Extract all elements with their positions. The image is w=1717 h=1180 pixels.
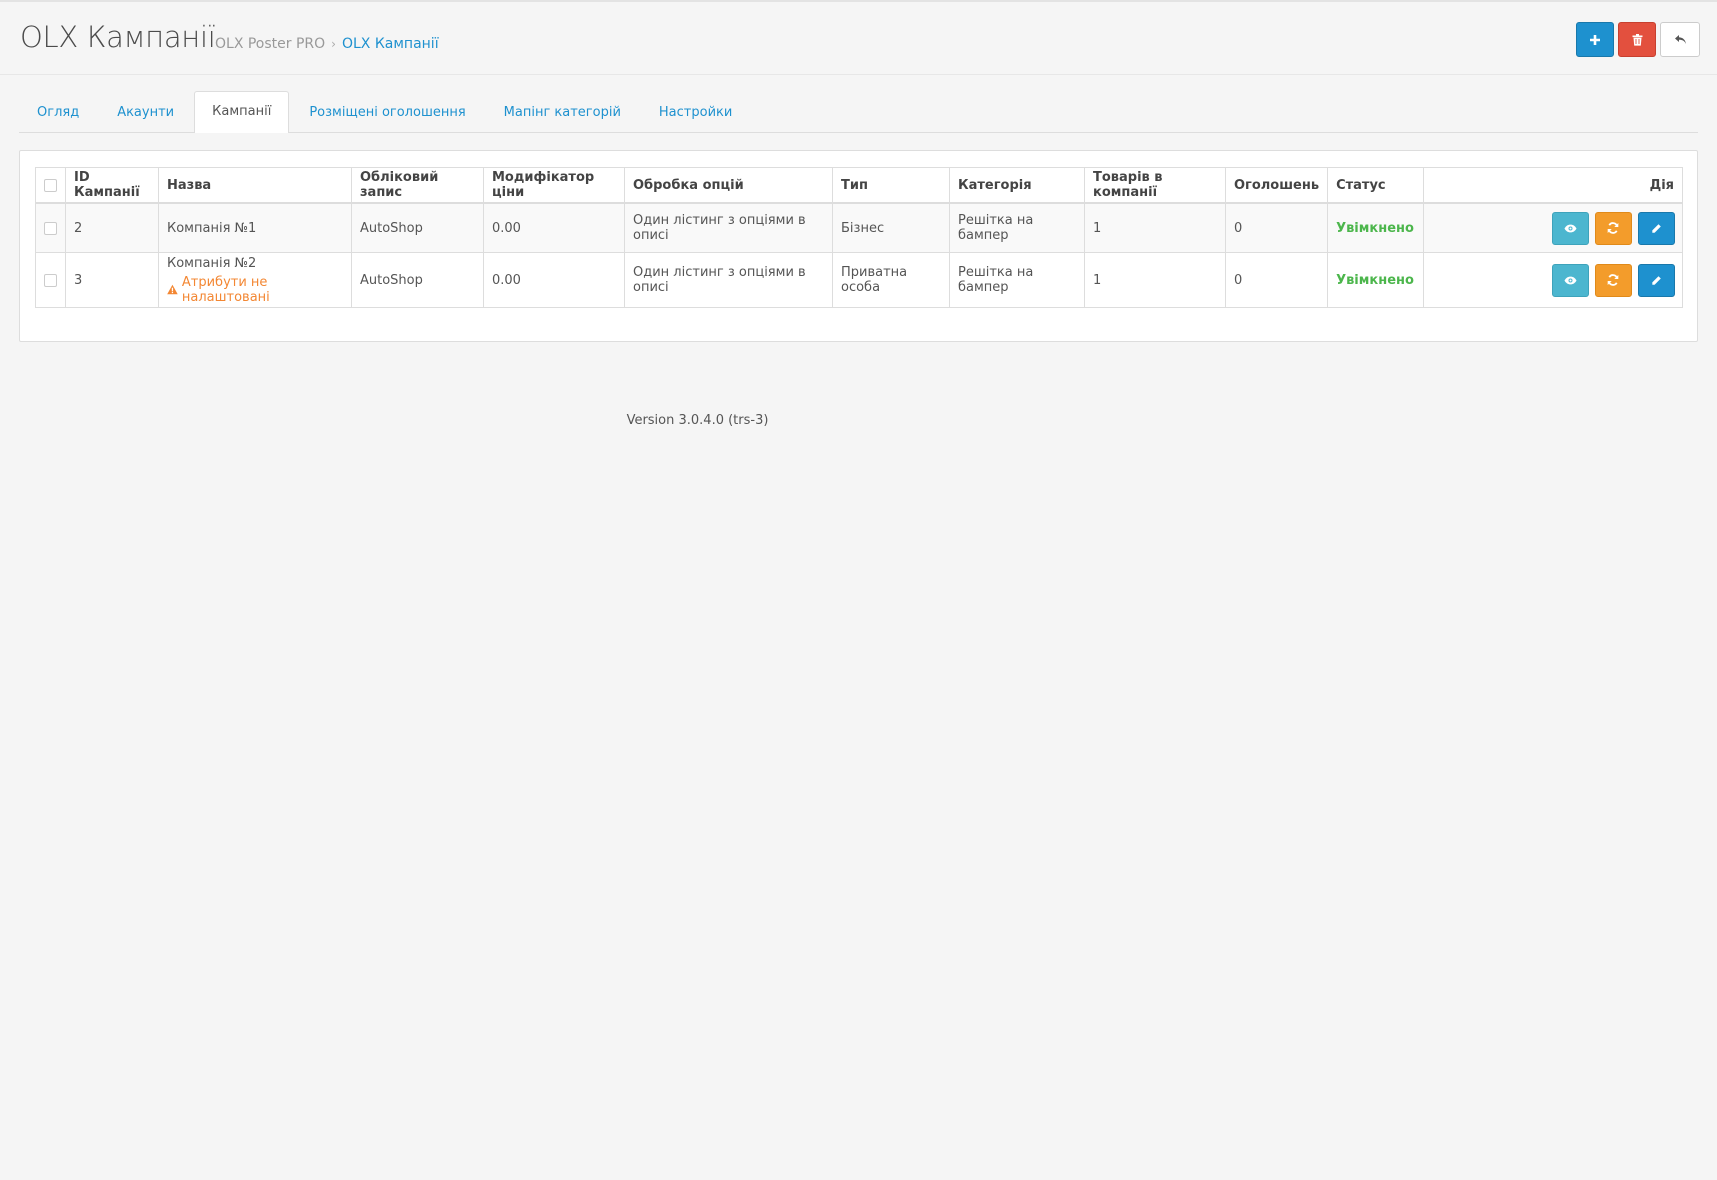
- cell-products: 1: [1084, 252, 1226, 308]
- row-actions: [1423, 252, 1683, 308]
- add-button[interactable]: [1576, 22, 1614, 57]
- cell-options: Один лістинг з опціями в описі: [624, 252, 833, 308]
- sync-button[interactable]: [1594, 211, 1632, 245]
- select-all-checkbox[interactable]: [44, 178, 57, 192]
- table-row: 3 Компанія №2 Атрибути не налаштовані Au…: [35, 252, 1683, 308]
- cell-category: Решітка на бампер: [949, 252, 1085, 308]
- column-header-id[interactable]: ID Кампанії: [65, 167, 159, 204]
- cell-name: Компанія №1: [158, 202, 352, 253]
- trash-icon: [1632, 33, 1642, 46]
- eye-icon: [1564, 276, 1577, 284]
- breadcrumb-item-module[interactable]: OLX Poster PRO: [215, 36, 325, 52]
- column-header-account[interactable]: Обліковий запис: [351, 167, 484, 204]
- status-badge: Увімкнено: [1327, 252, 1425, 308]
- cell-category: Решітка на бампер: [949, 202, 1085, 253]
- campaigns-table: ID Кампанії Назва Обліковий запис Модифі…: [35, 167, 1683, 308]
- column-header-products[interactable]: Товарів в компанії: [1084, 167, 1226, 204]
- status-badge: Увімкнено: [1327, 202, 1425, 253]
- cell-name: Компанія №2: [167, 255, 257, 271]
- view-button[interactable]: [1551, 263, 1589, 297]
- breadcrumb-item-current[interactable]: OLX Кампанії: [342, 36, 439, 52]
- cell-id: 2: [65, 202, 159, 253]
- warning-text: Атрибути не налаштовані: [181, 274, 270, 305]
- cell-type: Приватна особа: [832, 252, 950, 308]
- tab-accounts[interactable]: Акаунти: [99, 92, 192, 132]
- pencil-icon: [1652, 223, 1661, 233]
- column-header-ads[interactable]: Оголошень: [1224, 167, 1329, 204]
- header-actions: [1576, 22, 1700, 57]
- row-checkbox[interactable]: [44, 221, 57, 235]
- sync-button[interactable]: [1594, 263, 1632, 297]
- cell-account: AutoShop: [351, 202, 484, 253]
- edit-button[interactable]: [1638, 211, 1675, 245]
- column-header-status[interactable]: Статус: [1327, 167, 1425, 204]
- tab-settings[interactable]: Настройки: [641, 92, 750, 132]
- footer-version: Version 3.0.4.0 (trs-3): [626, 413, 769, 428]
- cell-id: 3: [65, 252, 159, 308]
- row-checkbox[interactable]: [44, 273, 57, 287]
- column-header-type[interactable]: Тип: [832, 167, 950, 204]
- cell-options: Один лістинг з опціями в описі: [624, 202, 833, 253]
- tab-overview[interactable]: Огляд: [19, 92, 97, 132]
- tab-campaigns[interactable]: Кампанії: [194, 91, 290, 133]
- cell-products: 1: [1084, 202, 1226, 253]
- column-header-name[interactable]: Назва: [158, 167, 352, 204]
- refresh-icon: [1608, 274, 1619, 286]
- cell-ads: 0: [1224, 202, 1329, 253]
- column-header-price-modifier[interactable]: Модифікатор ціни: [483, 167, 625, 204]
- cell-account: AutoShop: [351, 252, 484, 308]
- back-button[interactable]: [1660, 22, 1700, 57]
- tab-category-mapping[interactable]: Мапінг категорій: [486, 92, 639, 132]
- pencil-icon: [1652, 275, 1661, 285]
- page-title: OLX Кампанії: [20, 20, 216, 54]
- tab-placed-ads[interactable]: Розміщені оголошення: [291, 92, 483, 132]
- column-header-action: Дія: [1423, 167, 1683, 204]
- table-header-row: ID Кампанії Назва Обліковий запис Модифі…: [35, 167, 1683, 204]
- warning-triangle-icon: [167, 284, 178, 295]
- row-select-cell: [35, 252, 66, 308]
- edit-button[interactable]: [1638, 263, 1675, 297]
- attributes-warning: Атрибути не налаштовані: [167, 275, 343, 305]
- select-all-cell: [35, 167, 66, 204]
- column-header-options[interactable]: Обробка опцій: [624, 167, 833, 204]
- cell-ads: 0: [1224, 252, 1329, 308]
- page-header: OLX Кампанії OLX Poster PRO › OLX Кампан…: [0, 2, 1717, 75]
- delete-button[interactable]: [1618, 22, 1656, 57]
- row-select-cell: [35, 202, 66, 253]
- table-row: 2 Компанія №1 AutoShop 0.00 Один лістинг…: [35, 202, 1683, 253]
- cell-price-modifier: 0.00: [483, 252, 625, 308]
- eye-icon: [1564, 224, 1577, 232]
- row-actions: [1423, 202, 1683, 253]
- reply-icon: [1674, 35, 1686, 44]
- campaigns-panel: ID Кампанії Назва Обліковий запис Модифі…: [19, 150, 1698, 342]
- cell-type: Бізнес: [832, 202, 950, 253]
- refresh-icon: [1608, 222, 1619, 234]
- breadcrumb: OLX Poster PRO › OLX Кампанії: [215, 36, 439, 52]
- tabs-bar: Огляд Акаунти Кампанії Розміщені оголоше…: [19, 91, 1698, 133]
- breadcrumb-separator: ›: [331, 37, 336, 51]
- cell-name-with-warning: Компанія №2 Атрибути не налаштовані: [158, 252, 352, 308]
- cell-price-modifier: 0.00: [483, 202, 625, 253]
- view-button[interactable]: [1551, 211, 1589, 245]
- column-header-category[interactable]: Категорія: [949, 167, 1085, 204]
- plus-icon: [1590, 34, 1600, 45]
